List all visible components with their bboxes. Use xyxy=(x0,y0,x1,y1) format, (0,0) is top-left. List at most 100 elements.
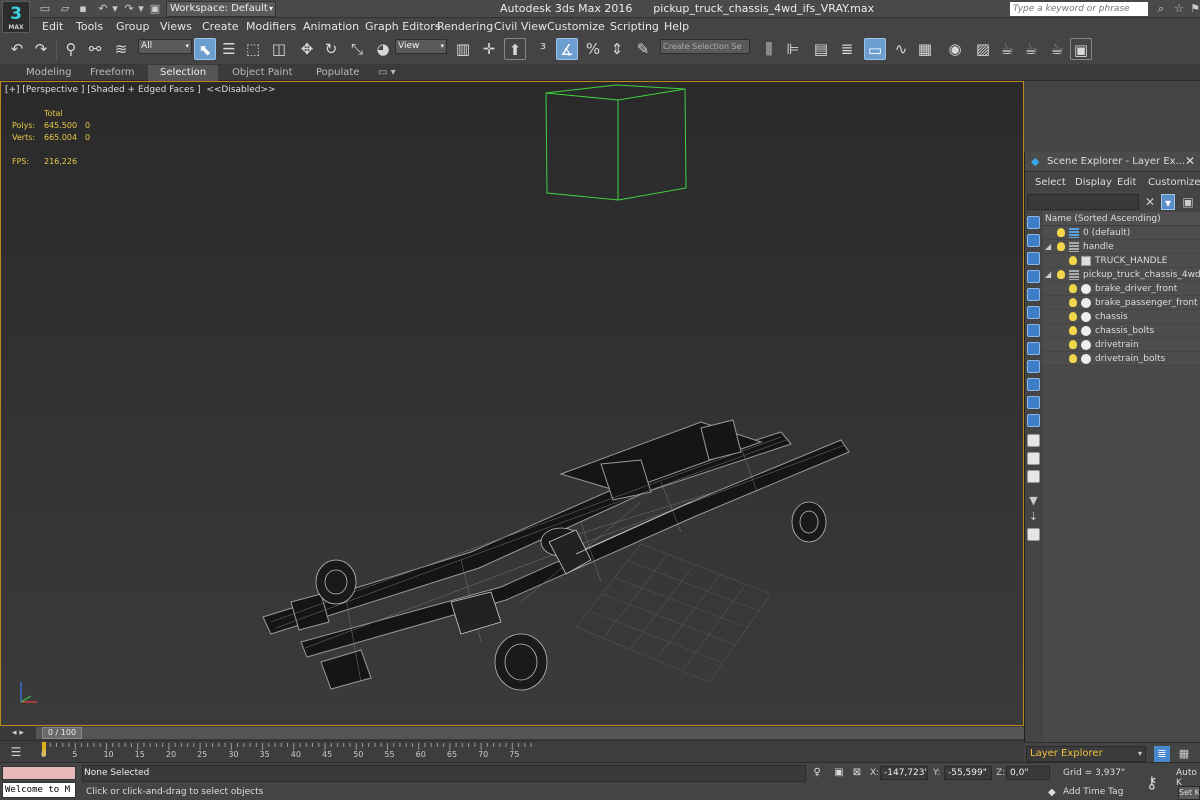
select-and-link-icon[interactable]: ⚲ xyxy=(60,38,82,60)
select-by-name-icon[interactable]: ☰ xyxy=(218,38,240,60)
toggle-timeline-icon[interactable]: ◂ ▸ xyxy=(4,726,32,740)
select-and-move-icon[interactable]: ✥ xyxy=(296,38,318,60)
toggle-layer-explorer-icon[interactable]: ≣ xyxy=(836,38,858,60)
visibility-bulb-icon[interactable] xyxy=(1057,242,1065,251)
close-icon[interactable]: ✕ xyxy=(1185,154,1195,168)
scene-explorer-row[interactable]: TRUCK_HANDLE xyxy=(1043,254,1200,268)
align-icon[interactable]: ⊫ xyxy=(782,38,804,60)
menu-modifiers[interactable]: Modifiers xyxy=(246,20,296,33)
select-and-manipulate-icon[interactable]: ✛ xyxy=(478,38,500,60)
rendered-frame-window-icon[interactable]: ☕ xyxy=(996,38,1018,60)
reference-coordinate-dropdown[interactable]: View ▾ xyxy=(395,39,447,54)
open-file-icon[interactable]: ▱ xyxy=(58,2,72,16)
keyword-search-input[interactable] xyxy=(1010,2,1148,16)
display-bones-icon[interactable] xyxy=(1027,396,1040,409)
expand-toggle-icon[interactable]: ◢ xyxy=(1045,268,1051,282)
ribbon-options-icon[interactable]: ▭ ▾ xyxy=(366,65,408,81)
visibility-bulb-icon[interactable] xyxy=(1069,340,1077,349)
curve-editor-mini-icon[interactable]: ☰ xyxy=(8,744,24,760)
select-object-icon[interactable]: ⬉ xyxy=(194,38,216,60)
new-file-icon[interactable]: ▭ xyxy=(38,2,52,16)
app-logo[interactable]: 3 MAX xyxy=(2,1,30,33)
tab-populate[interactable]: Populate xyxy=(304,65,371,81)
visibility-bulb-icon[interactable] xyxy=(1069,298,1077,307)
menu-animation[interactable]: Animation xyxy=(303,20,359,33)
scene-explorer-title-bar[interactable]: ◆ Scene Explorer - Layer Ex... ✕ xyxy=(1025,152,1200,172)
display-containers-icon[interactable] xyxy=(1027,414,1040,427)
display-lights-icon[interactable] xyxy=(1027,288,1040,301)
angle-snap-icon[interactable]: ∡ xyxy=(556,38,578,60)
selection-lock-icon[interactable]: ▣ xyxy=(832,766,846,780)
time-slider-thumb[interactable]: 0 / 100 xyxy=(42,727,82,739)
render-setup-icon[interactable]: ▨ xyxy=(972,38,994,60)
spinner-snap-icon[interactable]: ⇕ xyxy=(606,38,628,60)
set-key-button[interactable]: Set K xyxy=(1178,786,1200,800)
bind-to-space-warp-icon[interactable]: ≋ xyxy=(110,38,132,60)
menu-graph-editors[interactable]: Graph Editors xyxy=(365,20,441,33)
visibility-bulb-icon[interactable] xyxy=(1057,228,1065,237)
display-helpers-icon[interactable] xyxy=(1027,324,1040,337)
menu-views[interactable]: Views xyxy=(160,20,192,33)
menu-customize[interactable]: Customize xyxy=(547,20,605,33)
project-folder-icon[interactable]: ▣ xyxy=(148,2,162,16)
percent-snap-icon[interactable]: % xyxy=(582,38,604,60)
se-menu-display[interactable]: Display xyxy=(1075,177,1112,188)
search-icon[interactable]: ⌕ xyxy=(1154,2,1168,16)
filter-toggle-icon[interactable]: ▾ xyxy=(1161,194,1175,210)
se-menu-customize[interactable]: Customize xyxy=(1148,177,1200,188)
lock-icon[interactable]: ▣ xyxy=(1181,194,1195,210)
display-hidden-icon[interactable] xyxy=(1027,452,1040,465)
se-menu-select[interactable]: Select xyxy=(1035,177,1066,188)
display-groups-icon[interactable] xyxy=(1027,360,1040,373)
visibility-bulb-icon[interactable] xyxy=(1057,270,1065,279)
unlink-selection-icon[interactable]: ⚯ xyxy=(84,38,106,60)
expand-toggle-icon[interactable]: ◢ xyxy=(1045,240,1051,254)
viewport-label[interactable]: [+] [Perspective ] [Shaded + Edged Faces… xyxy=(5,85,276,95)
material-editor-icon[interactable]: ◉ xyxy=(944,38,966,60)
redo-icon[interactable]: ↷ xyxy=(30,38,52,60)
select-and-scale-icon[interactable]: ⤡ xyxy=(346,38,368,60)
menu-group[interactable]: Group xyxy=(116,20,150,33)
visibility-bulb-icon[interactable] xyxy=(1069,284,1077,293)
menu-rendering[interactable]: Rendering xyxy=(437,20,493,33)
track-bar[interactable]: ☰ 0 5 10 15 20 25 30 35 40 45 50 55 60 65 70 75 xyxy=(0,740,1024,762)
scene-explorer-row[interactable]: brake_passenger_front xyxy=(1043,296,1200,310)
display-shapes-icon[interactable] xyxy=(1027,270,1040,283)
set-key-mode-icon[interactable]: ⚷ xyxy=(1146,773,1158,792)
toggle-ribbon-icon[interactable]: ▭ xyxy=(864,38,886,60)
display-none-icon[interactable] xyxy=(1027,216,1040,229)
display-last-result-icon[interactable] xyxy=(1027,470,1040,483)
mirror-icon[interactable]: ⫼ xyxy=(758,38,780,60)
edit-named-selection-icon[interactable]: ✎ xyxy=(632,38,654,60)
display-geometry-icon[interactable] xyxy=(1027,252,1040,265)
scene-explorer-row[interactable]: 0 (default) xyxy=(1043,226,1200,240)
visibility-bulb-icon[interactable] xyxy=(1069,326,1077,335)
perspective-viewport[interactable]: [+] [Perspective ] [Shaded + Edged Faces… xyxy=(0,81,1024,726)
layers-icon[interactable]: ≣ xyxy=(1154,746,1170,762)
render-iterative-icon[interactable]: ☕ xyxy=(1046,38,1068,60)
se-menu-edit[interactable]: Edit xyxy=(1117,177,1136,188)
tab-selection[interactable]: Selection xyxy=(148,65,219,81)
name-column-header[interactable]: Name (Sorted Ascending) xyxy=(1043,212,1200,226)
menu-scripting[interactable]: Scripting xyxy=(610,20,659,33)
display-all-icon[interactable] xyxy=(1027,234,1040,247)
scene-explorer-search-input[interactable] xyxy=(1027,194,1139,210)
display-frozen-icon[interactable] xyxy=(1027,434,1040,447)
scene-explorer-row[interactable]: drivetrain xyxy=(1043,338,1200,352)
menu-tools[interactable]: Tools xyxy=(76,20,103,33)
explorer-type-dropdown[interactable]: Layer Explorer ▾ xyxy=(1026,746,1146,762)
snaps-toggle-icon[interactable]: ³ xyxy=(532,38,554,60)
scene-explorer-row[interactable]: chassis xyxy=(1043,310,1200,324)
redo-dropdown-icon[interactable]: ▾ xyxy=(134,2,148,16)
clear-search-icon[interactable]: ✕ xyxy=(1143,194,1157,210)
scene-explorer-row[interactable]: ◢ pickup_truck_chassis_4wd_ifs xyxy=(1043,268,1200,282)
scene-explorer-row[interactable]: drivetrain_bolts xyxy=(1043,352,1200,366)
communication-icon[interactable]: ⚑ xyxy=(1188,2,1200,16)
select-and-place-icon[interactable]: ◕ xyxy=(372,38,394,60)
workspace-dropdown[interactable]: Workspace: Default ▾ xyxy=(166,1,276,17)
display-xrefs-icon[interactable] xyxy=(1027,378,1040,391)
select-and-rotate-icon[interactable]: ↻ xyxy=(320,38,342,60)
maxscript-mini-listener[interactable] xyxy=(2,766,76,780)
schematic-view-icon[interactable]: ▦ xyxy=(914,38,936,60)
time-slider-track[interactable]: 0 / 100 xyxy=(36,727,1024,739)
